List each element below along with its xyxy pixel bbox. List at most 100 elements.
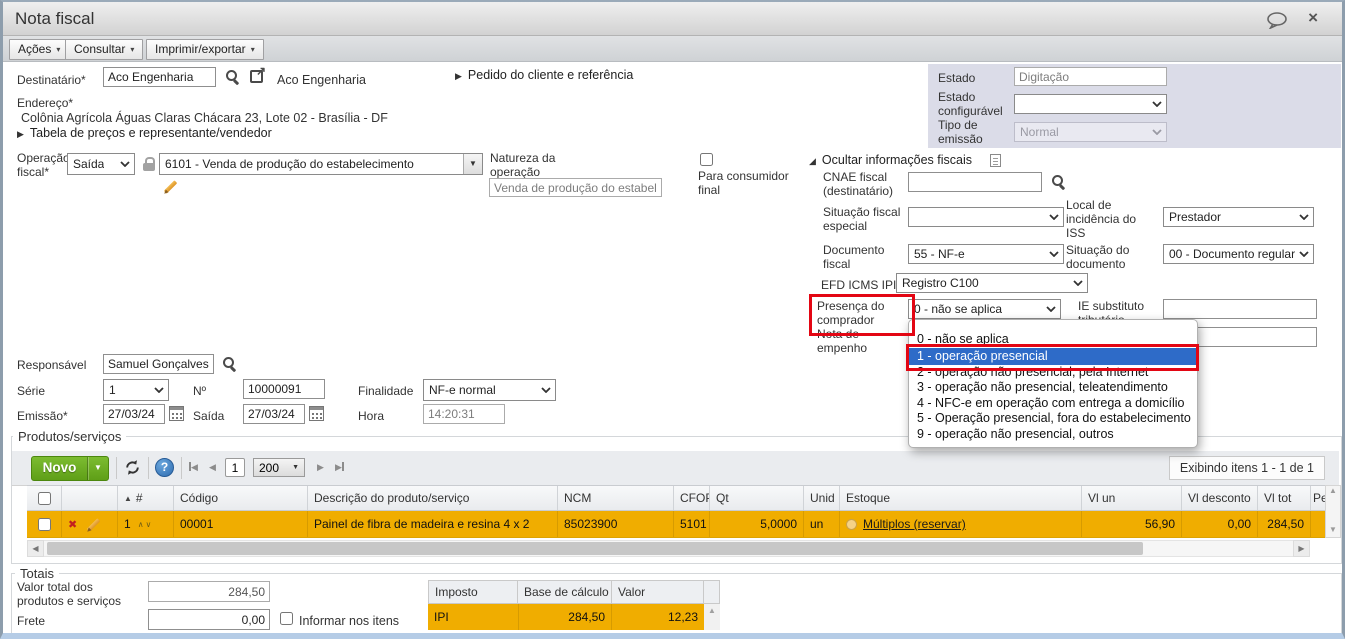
col-unid[interactable]: Unid	[803, 486, 839, 510]
dropdown-option[interactable]: 3 - operação não presencial, teleatendim…	[909, 380, 1197, 396]
dropdown-option-selected[interactable]: 1 - operação presencial	[909, 347, 1197, 365]
col-ncm[interactable]: NCM	[557, 486, 673, 510]
scroll-right-icon[interactable]: ▶	[1293, 540, 1310, 557]
serie-select[interactable]: 1	[103, 379, 169, 401]
col-vl-desconto[interactable]: Vl desconto	[1181, 486, 1257, 510]
menu-imprimir-exportar[interactable]: Imprimir/exportar ▾	[146, 39, 264, 60]
search-icon[interactable]	[225, 69, 240, 84]
col-cfop[interactable]: CFOP	[673, 486, 709, 510]
menu-bar: Ações ▾ Consultar ▾ Imprimir/exportar ▾	[3, 36, 1342, 62]
table-vertical-scrollbar[interactable]: ▲ ▼	[1325, 485, 1341, 538]
move-up-icon[interactable]: ∧	[138, 520, 144, 529]
help-icon[interactable]: ?	[155, 458, 174, 477]
page-size-select[interactable]: 200 ▼	[253, 458, 305, 477]
row-pedido	[1310, 511, 1325, 537]
responsavel-input[interactable]	[103, 354, 214, 374]
novo-dropdown-icon[interactable]: ▼	[87, 457, 108, 480]
col-vl-tot[interactable]: Vl tot	[1257, 486, 1310, 510]
next-page-icon[interactable]: ▶	[317, 462, 324, 473]
finalidade-select[interactable]: NF-e normal	[423, 379, 556, 401]
efd-select[interactable]: Registro C100	[896, 273, 1088, 293]
consumidor-final-checkbox[interactable]	[700, 153, 713, 166]
search-icon[interactable]	[1051, 174, 1066, 189]
comment-bubble-icon[interactable]	[1266, 12, 1290, 34]
produtos-table-row[interactable]: ✖ 1 ∧ ∨ 00001 Painel de fibra de madeira…	[27, 511, 1325, 538]
numero-input[interactable]	[243, 379, 325, 399]
hora-label: Hora	[358, 409, 385, 423]
col-pedido[interactable]: Pedi	[1310, 486, 1325, 510]
endereco-label: Endereço*	[17, 96, 74, 110]
destinatario-label: Destinatário*	[17, 73, 86, 87]
delete-row-icon[interactable]: ✖	[68, 518, 77, 531]
scroll-down-icon[interactable]: ▼	[1326, 525, 1340, 535]
edit-pencil-icon[interactable]	[162, 179, 179, 196]
external-link-icon[interactable]	[250, 64, 266, 83]
presenca-label: Presença do comprador	[817, 299, 885, 327]
row-checkbox[interactable]	[37, 517, 51, 531]
first-page-icon[interactable]: ◀	[189, 462, 198, 473]
informar-itens-checkbox[interactable]	[280, 612, 293, 625]
produtos-table-header: ▲ # Código Descrição do produto/serviço N…	[27, 485, 1325, 511]
natureza-input	[489, 178, 662, 197]
ie-substituto-input[interactable]	[1163, 299, 1317, 319]
dropdown-option[interactable]: 5 - Operação presencial, fora do estabel…	[909, 411, 1197, 427]
menu-consultar[interactable]: Consultar ▾	[65, 39, 144, 60]
close-icon[interactable]: ×	[1308, 8, 1318, 28]
col-vl-un[interactable]: Vl un	[1081, 486, 1181, 510]
col-estoque[interactable]: Estoque	[839, 486, 1081, 510]
calendar-icon[interactable]	[169, 406, 184, 421]
produtos-legend: Produtos/serviços	[13, 429, 127, 444]
estado-configuravel-select[interactable]	[1014, 94, 1167, 114]
lock-icon	[143, 157, 155, 171]
document-icon[interactable]	[990, 154, 1001, 167]
documento-fiscal-select[interactable]: 55 - NF-e	[908, 244, 1064, 264]
row-vl-desconto: 0,00	[1181, 511, 1257, 537]
search-icon[interactable]	[222, 356, 237, 371]
tabela-precos-toggle[interactable]: ▶ Tabela de preços e representante/vended…	[17, 126, 272, 140]
pedido-cliente-toggle[interactable]: ▶ Pedido do cliente e referência	[455, 68, 633, 82]
combo-dropdown-icon[interactable]: ▼	[463, 154, 482, 174]
col-codigo[interactable]: Código	[173, 486, 307, 510]
situacao-documento-select[interactable]: 00 - Documento regular	[1163, 244, 1314, 264]
novo-button[interactable]: Novo ▼	[31, 456, 109, 481]
hora-input	[423, 404, 505, 424]
last-page-icon[interactable]: ▶	[335, 462, 344, 473]
chevron-down-icon	[1152, 101, 1162, 107]
select-all-checkbox[interactable]	[37, 491, 51, 505]
dropdown-option[interactable]: 0 - não se aplica	[909, 332, 1197, 348]
consumidor-final-label: Para consumidor final	[698, 169, 789, 197]
emissao-input[interactable]	[103, 404, 165, 424]
imposto-scroll-up-icon[interactable]: ▲	[704, 604, 720, 630]
calendar-icon[interactable]	[309, 406, 324, 421]
estoque-link[interactable]: Múltiplos (reservar)	[863, 517, 966, 531]
cnae-input[interactable]	[908, 172, 1042, 192]
destinatario-input[interactable]	[103, 67, 216, 87]
scroll-up-icon[interactable]: ▲	[1326, 486, 1340, 496]
presenca-select[interactable]: 0 - não se aplica	[908, 299, 1061, 319]
prev-page-icon[interactable]: ◀	[209, 462, 216, 473]
dropdown-option[interactable]: 2 - operação não presencial, pela Intern…	[909, 365, 1197, 381]
edit-row-icon[interactable]	[85, 517, 100, 532]
imposto-row-base: 284,50	[518, 604, 611, 630]
estado-input	[1014, 67, 1167, 86]
move-down-icon[interactable]: ∨	[146, 520, 152, 529]
situacao-fiscal-select[interactable]	[908, 207, 1064, 227]
menu-acoes[interactable]: Ações ▾	[9, 39, 70, 60]
chevron-down-icon	[120, 161, 130, 167]
refresh-icon[interactable]	[124, 459, 141, 481]
frete-input[interactable]	[148, 609, 270, 630]
operacao-tipo-select[interactable]: Saída	[67, 153, 135, 175]
col-num[interactable]: ▲ #	[117, 486, 173, 510]
local-iss-select[interactable]: Prestador	[1163, 207, 1314, 227]
dropdown-option[interactable]: 9 - operação não presencial, outros	[909, 427, 1197, 443]
saida-input[interactable]	[243, 404, 305, 424]
col-qt[interactable]: Qt	[709, 486, 803, 510]
horizontal-scroll-thumb[interactable]	[47, 542, 1143, 555]
dropdown-option[interactable]: 4 - NFC-e em operação com entrega a domi…	[909, 396, 1197, 412]
operacao-fiscal-combo[interactable]: 6101 - Venda de produção do estabelecime…	[159, 153, 483, 175]
col-descricao[interactable]: Descrição do produto/serviço	[307, 486, 557, 510]
ocultar-fiscais-toggle[interactable]: ◢ Ocultar informações fiscais	[809, 153, 972, 167]
situacao-documento-label: Situação do documento	[1066, 243, 1130, 271]
scroll-left-icon[interactable]: ◀	[27, 540, 44, 557]
page-number-box[interactable]: 1	[225, 458, 245, 477]
